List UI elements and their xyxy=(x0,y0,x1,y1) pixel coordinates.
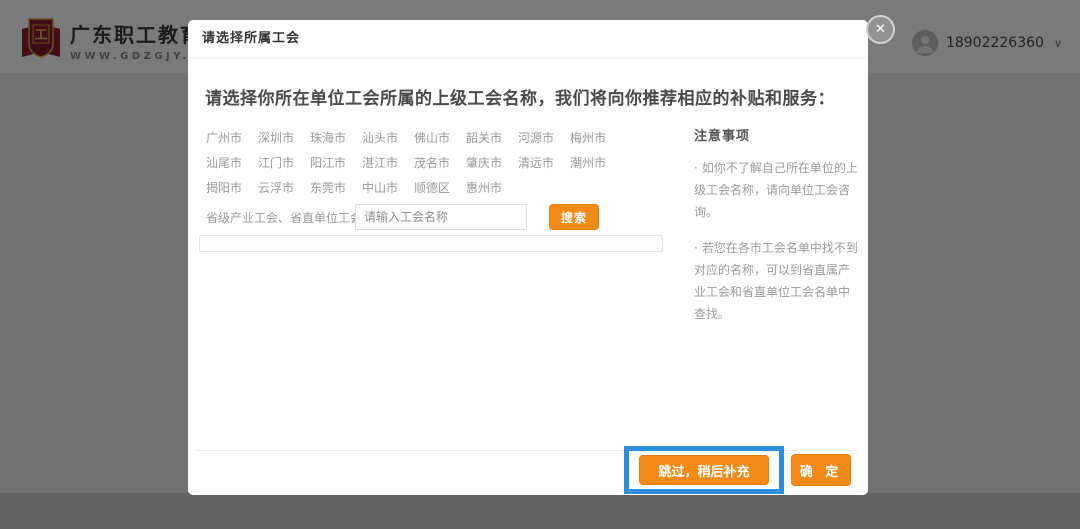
notes-title: 注意事项 xyxy=(694,125,860,144)
notes-panel: 注意事项 ·如你不了解自己所在单位的上级工会名称，请向单位工会咨询。·若您在各市… xyxy=(694,125,860,325)
union-select-modal: 请选择所属工会 请选择你所在单位工会所属的上级工会名称，我们将向你推荐相应的补贴… xyxy=(188,20,868,495)
city-link[interactable]: 阳江市 xyxy=(310,154,350,171)
confirm-button[interactable]: 确 定 xyxy=(791,454,851,486)
close-button[interactable]: ✕ xyxy=(866,15,895,44)
city-link[interactable]: 揭阳市 xyxy=(206,179,246,196)
bullet-marker: · xyxy=(694,161,698,175)
search-button[interactable]: 搜索 xyxy=(549,204,599,230)
city-row-3: 揭阳市云浮市东莞市中山市顺德区惠州市 xyxy=(206,177,518,196)
city-row-1: 广州市深圳市珠海市汕头市佛山市韶关市河源市梅州市 xyxy=(206,127,622,146)
city-link[interactable]: 惠州市 xyxy=(466,179,506,196)
note-item: ·若您在各市工会名单中找不到对应的名称，可以到省直属产业工会和省直单位工会名单中… xyxy=(694,237,860,326)
search-results-box xyxy=(199,235,663,252)
city-link[interactable]: 深圳市 xyxy=(258,129,298,146)
city-link[interactable]: 韶关市 xyxy=(466,129,506,146)
city-link[interactable]: 河源市 xyxy=(518,129,558,146)
city-link[interactable]: 肇庆市 xyxy=(466,154,506,171)
annotation-highlight-box: 跳过，稍后补充 xyxy=(624,446,784,494)
city-link[interactable]: 湛江市 xyxy=(362,154,402,171)
city-link[interactable]: 梅州市 xyxy=(570,129,610,146)
city-link[interactable]: 珠海市 xyxy=(310,129,350,146)
city-link[interactable]: 茂名市 xyxy=(414,154,454,171)
city-link[interactable]: 广州市 xyxy=(206,129,246,146)
modal-title: 请选择所属工会 xyxy=(188,20,868,58)
city-link[interactable]: 清远市 xyxy=(518,154,558,171)
city-link[interactable]: 汕头市 xyxy=(362,129,402,146)
city-link[interactable]: 江门市 xyxy=(258,154,298,171)
union-name-input[interactable] xyxy=(355,204,527,230)
city-link[interactable]: 顺德区 xyxy=(414,179,454,196)
provincial-union-link[interactable]: 省级产业工会、省直单位工会 xyxy=(206,209,362,226)
close-icon: ✕ xyxy=(875,22,886,37)
skip-button[interactable]: 跳过，稍后补充 xyxy=(639,455,769,485)
city-link[interactable]: 佛山市 xyxy=(414,129,454,146)
city-row-2: 汕尾市江门市阳江市湛江市茂名市肇庆市清远市潮州市 xyxy=(206,152,622,171)
note-item: ·如你不了解自己所在单位的上级工会名称，请向单位工会咨询。 xyxy=(694,157,860,224)
modal-heading: 请选择你所在单位工会所属的上级工会名称，我们将向你推荐相应的补贴和服务： xyxy=(205,84,855,109)
city-link[interactable]: 潮州市 xyxy=(570,154,610,171)
bullet-marker: · xyxy=(694,241,698,255)
note-text: 若您在各市工会名单中找不到对应的名称，可以到省直属产业工会和省直单位工会名单中查… xyxy=(694,241,858,322)
city-link[interactable]: 汕尾市 xyxy=(206,154,246,171)
note-text: 如你不了解自己所在单位的上级工会名称，请向单位工会咨询。 xyxy=(694,161,858,219)
city-link[interactable]: 东莞市 xyxy=(310,179,350,196)
city-link[interactable]: 云浮市 xyxy=(258,179,298,196)
city-link[interactable]: 中山市 xyxy=(362,179,402,196)
